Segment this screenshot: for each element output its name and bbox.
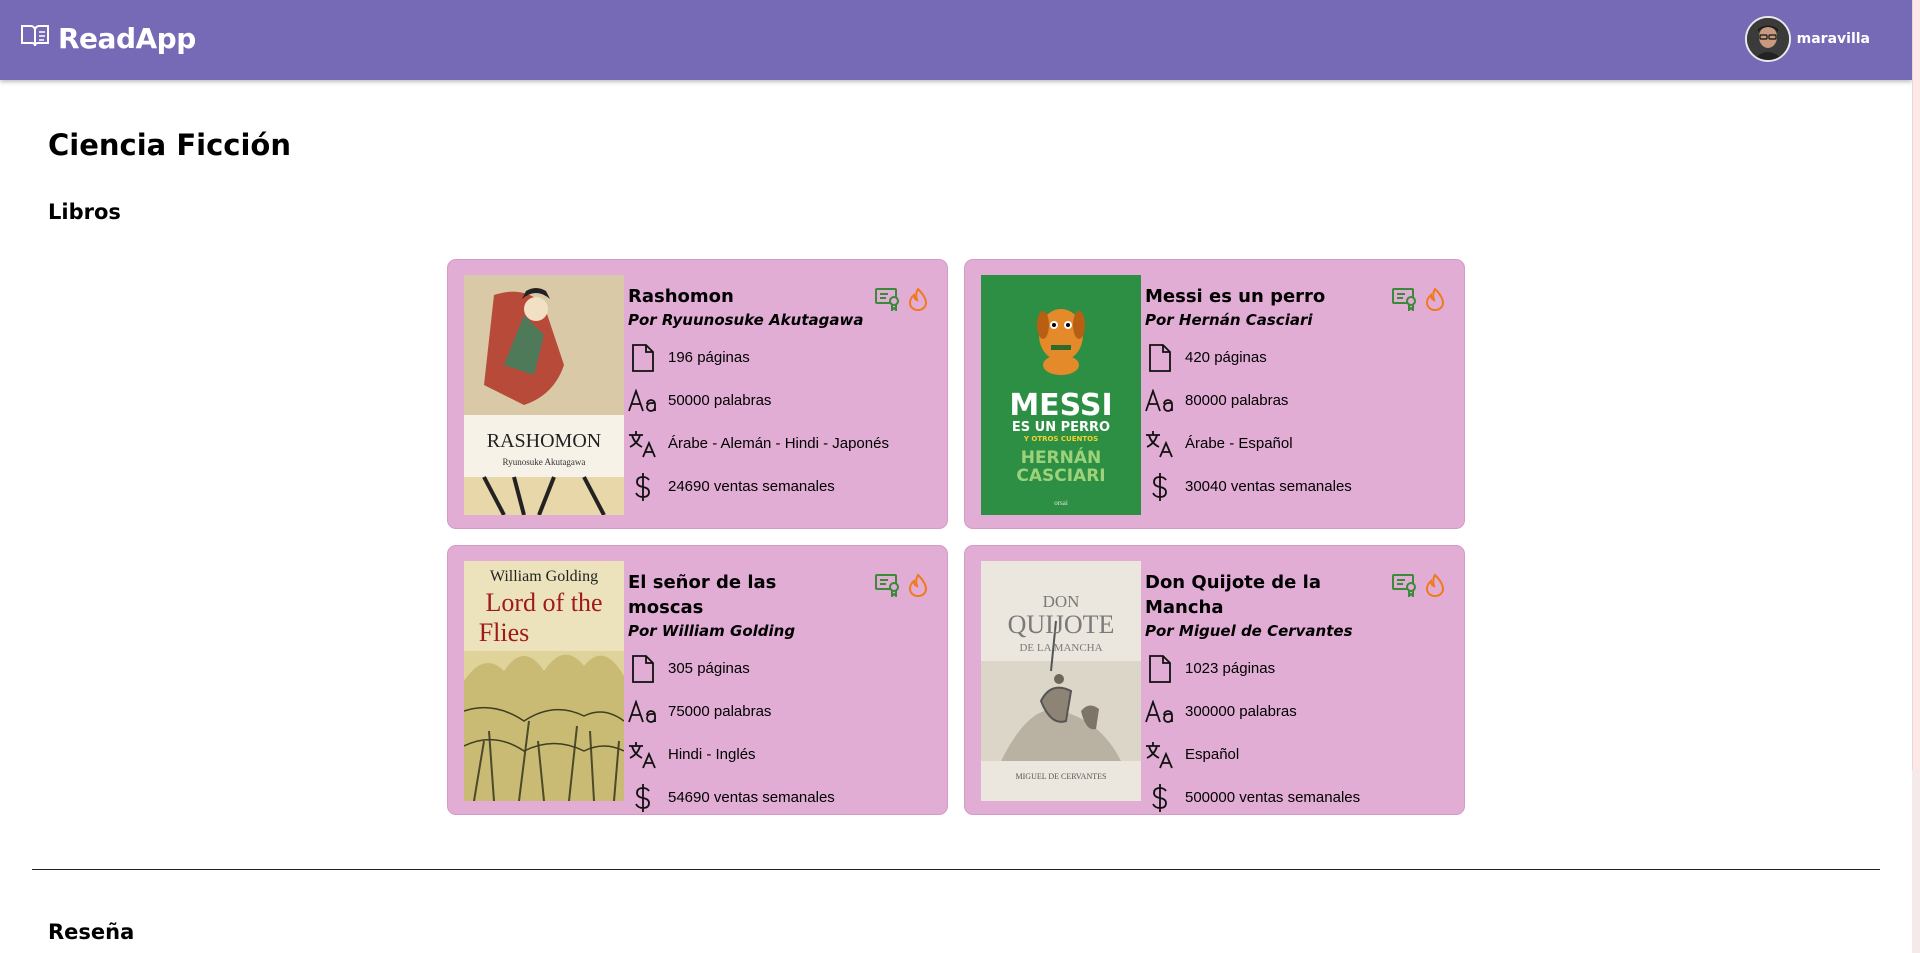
words-text: 75000 palabras <box>668 703 772 720</box>
dollar-icon <box>628 472 658 502</box>
cover-title-1: Lord of the <box>486 588 603 617</box>
book-cover: MESSI ES UN PERRO Y OTROS CUENTOS HERNÁN… <box>981 275 1141 515</box>
scrollbar-thumb[interactable] <box>1912 0 1920 770</box>
cover-title-2: Flies <box>479 618 530 647</box>
book-card[interactable]: DON QUIJOTE DE LA MANCHA MIGUEL DE CERVA… <box>964 545 1465 815</box>
words-text: 300000 palabras <box>1185 703 1297 720</box>
book-title: Rashomon <box>628 286 734 307</box>
cover-title: MESSI <box>1009 388 1112 423</box>
books-grid: RASHOMON Ryunosuke Akutagawa Rashomon Po… <box>447 259 1465 815</box>
languages-text: Árabe - Español <box>1185 435 1293 452</box>
book-info: Messi es un perro Por Hernán Casciari 42… <box>1145 284 1445 508</box>
document-icon <box>628 343 658 373</box>
languages-row: Árabe - Español <box>1145 422 1445 465</box>
languages-row: Hindi - Inglés <box>628 733 928 776</box>
cover-subtitle-2: Y OTROS CUENTOS <box>1023 435 1098 443</box>
pages-text: 196 páginas <box>668 349 750 366</box>
sales-row: 24690 ventas semanales <box>628 465 928 508</box>
open-book-icon <box>20 23 50 54</box>
cover-author: MIGUEL DE CERVANTES <box>1016 772 1107 781</box>
book-author: Por Ryuunosuke Akutagawa <box>628 311 864 329</box>
sales-row: 54690 ventas semanales <box>628 776 928 819</box>
dollar-icon <box>1145 472 1175 502</box>
sales-text: 24690 ventas semanales <box>668 478 835 495</box>
translate-icon <box>628 740 658 770</box>
book-cover: William Golding Lord of the Flies <box>464 561 624 801</box>
avatar[interactable] <box>1744 16 1791 62</box>
sales-row: 30040 ventas semanales <box>1145 465 1445 508</box>
cover-title-3: DE LA MANCHA <box>1019 642 1102 654</box>
page-title: Ciencia Ficción <box>48 128 291 162</box>
cover-author: Ryunosuke Akutagawa <box>503 457 586 467</box>
languages-text: Árabe - Alemán - Hindi - Japonés <box>668 435 889 452</box>
brand-name: ReadApp <box>58 22 196 55</box>
book-card[interactable]: RASHOMON Ryunosuke Akutagawa Rashomon Po… <box>447 259 948 529</box>
words-row: 300000 palabras <box>1145 690 1445 733</box>
book-info: El señor de las moscas Por William Goldi… <box>628 570 928 819</box>
translate-icon <box>1145 740 1175 770</box>
book-title: El señor de las moscas <box>628 572 777 618</box>
cover-author: William Golding <box>490 568 598 585</box>
words-row: 75000 palabras <box>628 690 928 733</box>
cover-subtitle: ES UN PERRO <box>1012 420 1110 435</box>
words-text: 50000 palabras <box>668 392 772 409</box>
scrollbar-track[interactable] <box>1912 0 1920 953</box>
review-section-title: Reseña <box>48 920 135 944</box>
pages-row: 196 páginas <box>628 336 928 379</box>
font-size-icon <box>1145 697 1175 727</box>
languages-row: Árabe - Alemán - Hindi - Japonés <box>628 422 928 465</box>
book-title: Don Quijote de la Mancha <box>1145 572 1321 618</box>
pages-text: 420 páginas <box>1185 349 1267 366</box>
pages-row: 305 páginas <box>628 647 928 690</box>
book-card[interactable]: William Golding Lord of the Flies El señ… <box>447 545 948 815</box>
book-info: Don Quijote de la Mancha Por Miguel de C… <box>1145 570 1445 819</box>
book-author: Por Miguel de Cervantes <box>1145 622 1353 640</box>
pages-text: 1023 páginas <box>1185 660 1276 677</box>
languages-text: Español <box>1185 746 1240 763</box>
pages-row: 1023 páginas <box>1145 647 1445 690</box>
user-menu[interactable]: maravilla <box>1744 16 1870 62</box>
cover-author-1: HERNÁN <box>1021 446 1102 468</box>
cover-title-1: DON <box>1043 592 1080 611</box>
languages-row: Español <box>1145 733 1445 776</box>
document-icon <box>1145 654 1175 684</box>
cover-title: RASHOMON <box>487 430 601 452</box>
book-title: Messi es un perro <box>1145 286 1326 307</box>
font-size-icon <box>1145 386 1175 416</box>
words-text: 80000 palabras <box>1185 392 1289 409</box>
top-navbar: ReadApp maravilla <box>0 0 1912 80</box>
sales-text: 54690 ventas semanales <box>668 789 835 806</box>
dollar-icon <box>1145 783 1175 813</box>
username: maravilla <box>1796 31 1870 47</box>
cover-title-2: QUIJOTE <box>1008 610 1115 639</box>
font-size-icon <box>628 386 658 416</box>
book-cover: DON QUIJOTE DE LA MANCHA MIGUEL DE CERVA… <box>981 561 1141 801</box>
book-author: Por Hernán Casciari <box>1145 311 1313 329</box>
brand-logo-link[interactable]: ReadApp <box>20 22 196 55</box>
books-section-title: Libros <box>48 200 121 224</box>
document-icon <box>628 654 658 684</box>
languages-text: Hindi - Inglés <box>668 746 756 763</box>
translate-icon <box>1145 429 1175 459</box>
sales-row: 500000 ventas semanales <box>1145 776 1445 819</box>
cover-author-2: CASCIARI <box>1016 466 1105 486</box>
cover-publisher: orsai <box>1054 499 1068 507</box>
pages-row: 420 páginas <box>1145 336 1445 379</box>
sales-text: 500000 ventas semanales <box>1185 789 1361 806</box>
document-icon <box>1145 343 1175 373</box>
section-divider <box>32 869 1880 870</box>
book-card[interactable]: MESSI ES UN PERRO Y OTROS CUENTOS HERNÁN… <box>964 259 1465 529</box>
words-row: 50000 palabras <box>628 379 928 422</box>
book-author: Por William Golding <box>628 622 796 640</box>
pages-text: 305 páginas <box>668 660 750 677</box>
book-cover: RASHOMON Ryunosuke Akutagawa <box>464 275 624 515</box>
book-info: Rashomon Por Ryuunosuke Akutagawa 196 pá… <box>628 284 928 508</box>
sales-text: 30040 ventas semanales <box>1185 478 1352 495</box>
font-size-icon <box>628 697 658 727</box>
words-row: 80000 palabras <box>1145 379 1445 422</box>
translate-icon <box>628 429 658 459</box>
dollar-icon <box>628 783 658 813</box>
